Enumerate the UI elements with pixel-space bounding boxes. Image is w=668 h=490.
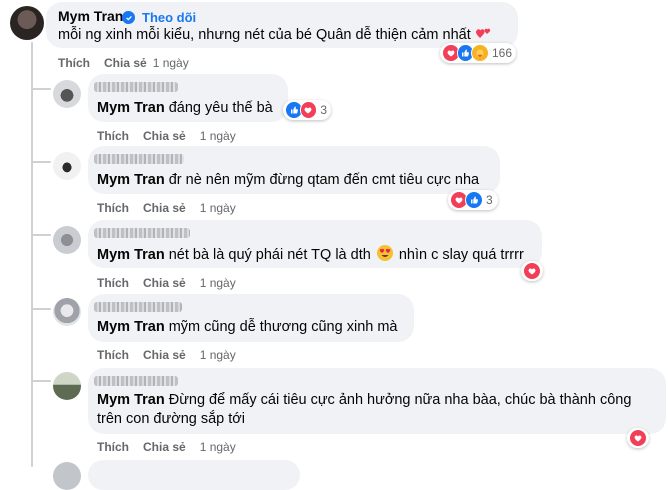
two-hearts-icon: [475, 26, 493, 40]
avatar[interactable]: [53, 80, 81, 108]
share-button[interactable]: Chia sẻ: [143, 276, 186, 290]
reply-actions: Thích Chia sẻ 1 ngày: [97, 129, 236, 143]
share-button[interactable]: Chia sẻ: [104, 56, 147, 70]
reaction-count: 3: [486, 193, 493, 207]
avatar[interactable]: [53, 372, 81, 400]
timestamp[interactable]: 1 ngày: [200, 201, 236, 215]
avatar[interactable]: [53, 462, 81, 490]
reaction-count: 3: [320, 103, 327, 117]
redacted-name: [94, 82, 178, 92]
reply-bubble: Mym Tran mỹm cũng dễ thương cũng xinh mà: [88, 294, 414, 342]
reply-text-body: mỹm cũng dễ thương cũng xinh mà: [168, 319, 398, 335]
reply-text-body: đr nè nên mỹm đừng qtam đến cmt tiêu cực…: [168, 172, 480, 188]
reply-connector: [31, 380, 51, 382]
main-comment-bubble: Mym Tran Theo dõi mỗi ng xinh mỗi kiểu, …: [46, 2, 518, 48]
reply-text: Mym Tran mỹm cũng dễ thương cũng xinh mà: [97, 318, 398, 337]
heart-eyes-emoji-icon: [376, 245, 393, 261]
timestamp[interactable]: 1 ngày: [153, 56, 189, 70]
like-reaction-icon: [465, 191, 483, 209]
reply-bubble: [88, 460, 300, 490]
author-name[interactable]: Mym Tran: [58, 8, 123, 24]
reply-text-before: nét bà là quý phái nét TQ là dth: [168, 247, 371, 263]
share-button[interactable]: Chia sẻ: [143, 201, 186, 215]
reply-actions: Thích Chia sẻ 1 ngày: [97, 440, 236, 454]
timestamp[interactable]: 1 ngày: [200, 440, 236, 454]
like-button[interactable]: Thích: [97, 440, 129, 454]
reaction-count: 166: [491, 46, 512, 60]
reply-text-line2: trên con đường sắp tới: [97, 411, 246, 427]
reply-text: Mym Tran đr nè nên mỹm đừng qtam đến cmt…: [97, 171, 479, 190]
like-button[interactable]: Thích: [97, 348, 129, 362]
like-button[interactable]: Thích: [97, 276, 129, 290]
reply-text: Mym Tran nét bà là quý phái nét TQ là dt…: [97, 245, 524, 265]
like-button[interactable]: Thích: [97, 201, 129, 215]
avatar[interactable]: [53, 298, 81, 326]
reply-text-line1: Mym Tran Đừng để mấy cái tiêu cực ảnh hư…: [97, 391, 631, 410]
reaction-summary[interactable]: 3: [283, 100, 331, 120]
redacted-name: [94, 376, 178, 386]
like-button[interactable]: Thích: [58, 56, 90, 70]
comment-text: mỗi ng xinh mỗi kiểu, nhưng nét của bé Q…: [58, 26, 493, 45]
redacted-name: [94, 228, 190, 238]
reaction-summary[interactable]: [521, 261, 543, 281]
comment-actions: Thích Chia sẻ 1 ngày: [58, 56, 189, 70]
reply-connector: [31, 161, 51, 163]
love-reaction-icon: [299, 101, 318, 119]
mention-tag[interactable]: Mym Tran: [97, 172, 165, 188]
care-reaction-icon: [471, 44, 489, 62]
timestamp[interactable]: 1 ngày: [200, 129, 236, 143]
mention-tag[interactable]: Mym Tran: [97, 392, 165, 408]
reply-text-after: nhìn c slay quá trrrr: [398, 247, 524, 263]
follow-link[interactable]: Theo dõi: [142, 10, 196, 25]
love-reaction-icon: [629, 429, 647, 447]
reply-actions: Thích Chia sẻ 1 ngày: [97, 348, 236, 362]
share-button[interactable]: Chia sẻ: [143, 129, 186, 143]
timestamp[interactable]: 1 ngày: [200, 348, 236, 362]
reaction-summary[interactable]: 3: [448, 190, 498, 210]
reply-actions: Thích Chia sẻ 1 ngày: [97, 276, 236, 290]
reply-bubble: Mym Tran đáng yêu thế bà: [88, 74, 288, 122]
reply-bubble: Mym Tran Đừng để mấy cái tiêu cực ảnh hư…: [88, 368, 666, 434]
reply-text-body: đáng yêu thế bà: [168, 100, 273, 116]
reply-text-body: Đừng để mấy cái tiêu cực ảnh hưởng nữa n…: [168, 392, 632, 408]
thread-line: [31, 42, 33, 467]
reply-actions: Thích Chia sẻ 1 ngày: [97, 201, 236, 215]
redacted-name: [94, 302, 182, 312]
reply-connector: [31, 234, 51, 236]
share-button[interactable]: Chia sẻ: [143, 440, 186, 454]
share-button[interactable]: Chia sẻ: [143, 348, 186, 362]
reaction-summary[interactable]: 166: [440, 43, 516, 63]
reply-bubble: Mym Tran nét bà là quý phái nét TQ là dt…: [88, 220, 542, 268]
reply-connector: [31, 88, 51, 90]
avatar[interactable]: [53, 152, 81, 180]
reaction-summary[interactable]: [627, 428, 649, 448]
reply-connector: [31, 308, 51, 310]
like-button[interactable]: Thích: [97, 129, 129, 143]
comment-text-body: mỗi ng xinh mỗi kiểu, nhưng nét của bé Q…: [58, 27, 471, 43]
reply-bubble: Mym Tran đr nè nên mỹm đừng qtam đến cmt…: [88, 146, 500, 194]
avatar[interactable]: [53, 226, 81, 254]
avatar[interactable]: [10, 6, 44, 40]
mention-tag[interactable]: Mym Tran: [97, 247, 165, 263]
mention-tag[interactable]: Mym Tran: [97, 319, 165, 335]
mention-tag[interactable]: Mym Tran: [97, 100, 165, 116]
timestamp[interactable]: 1 ngày: [200, 276, 236, 290]
reply-text: Mym Tran đáng yêu thế bà: [97, 99, 273, 118]
verified-badge-icon: [122, 11, 135, 24]
love-reaction-icon: [523, 262, 541, 280]
redacted-name: [94, 154, 184, 164]
